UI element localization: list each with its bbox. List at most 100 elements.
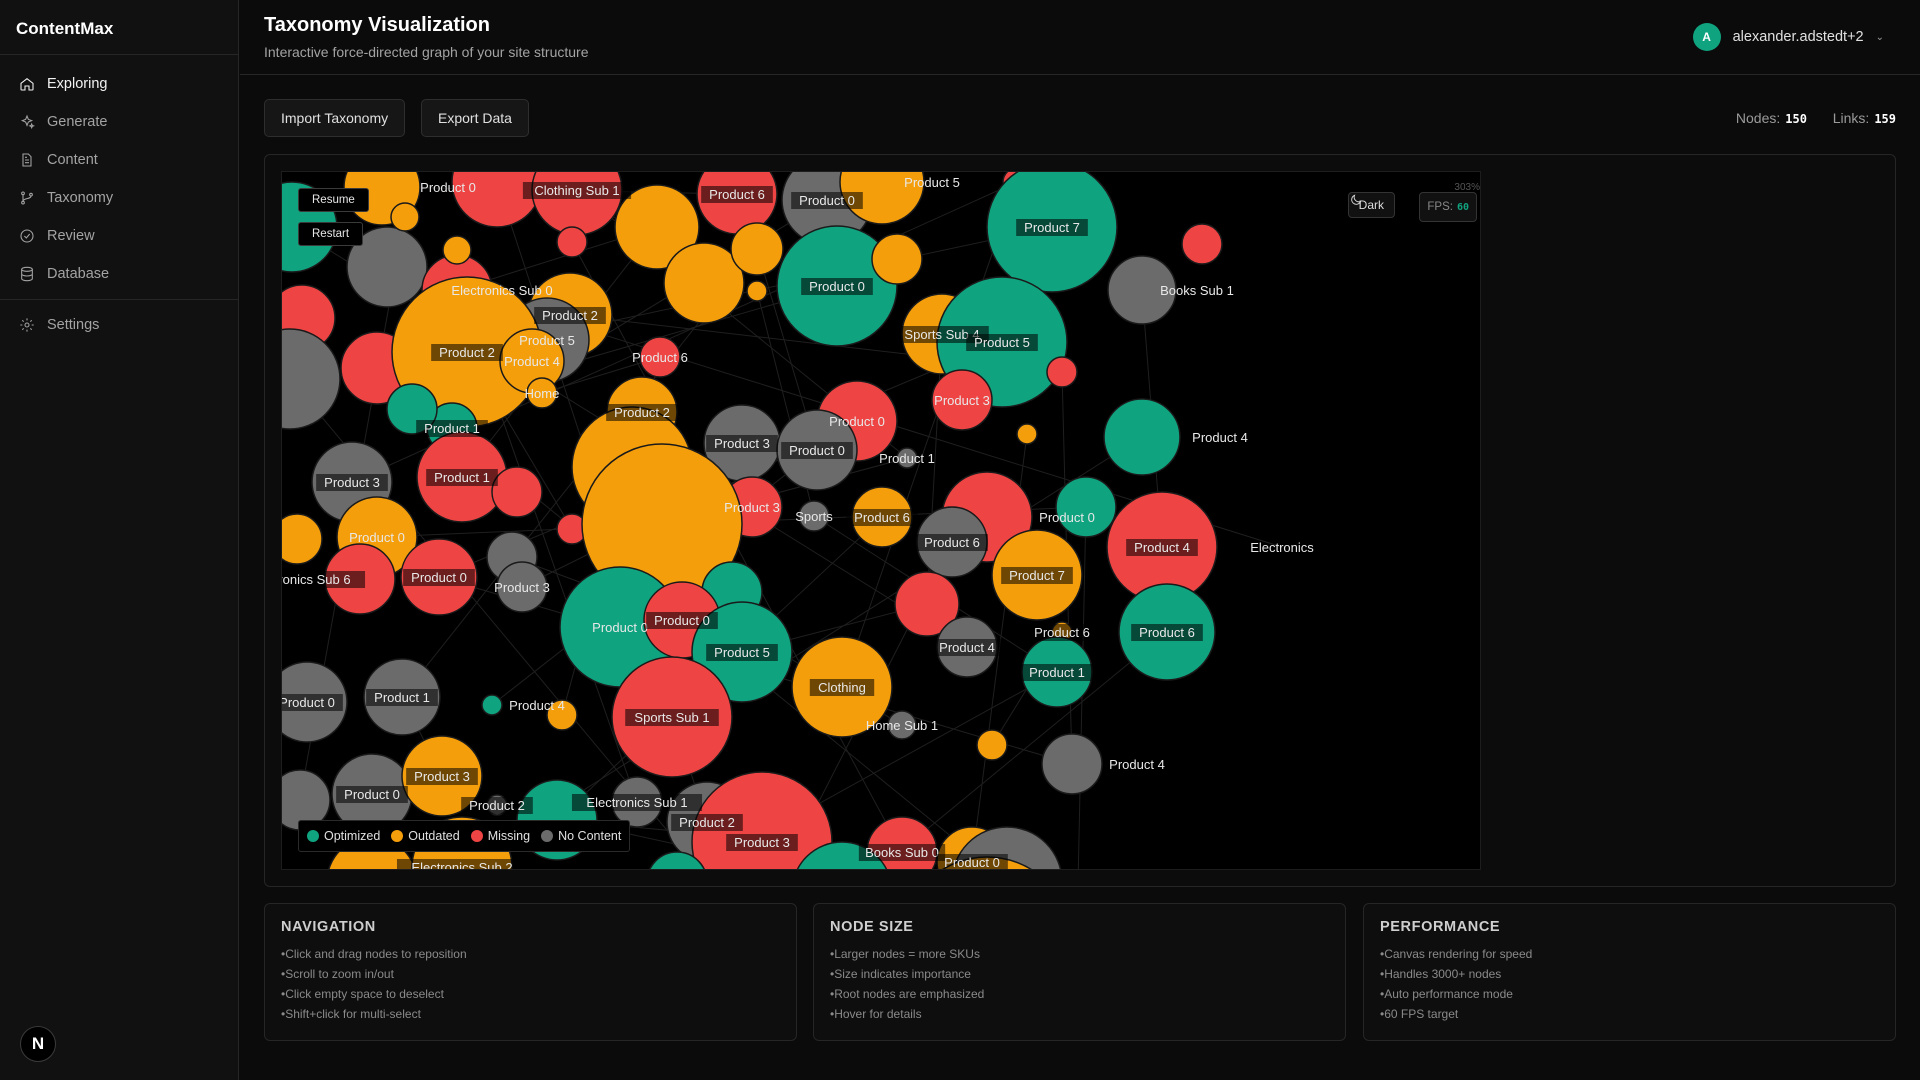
node-label: Electronics Sub 6 — [282, 572, 351, 587]
node-label: Product 0 — [799, 193, 855, 208]
node-label: Product 1 — [374, 690, 430, 705]
node-label: Electronics — [1250, 540, 1314, 555]
sidebar-item-label: Content — [47, 152, 98, 168]
resume-button[interactable]: Resume — [298, 188, 369, 212]
graph-node[interactable] — [976, 729, 1008, 761]
sidebar-item-exploring[interactable]: Exploring — [8, 65, 230, 103]
chevron-down-icon: ⌄ — [1875, 31, 1884, 43]
links-label: Links: — [1832, 110, 1870, 126]
legend-item-no-content: No Content — [541, 829, 621, 843]
card-item: Larger nodes = more SKUs — [830, 944, 1329, 964]
git-branch-icon — [19, 190, 35, 206]
node-size-card: NODE SIZE Larger nodes = more SKUs Size … — [813, 903, 1346, 1041]
node-label: Product 4 — [1134, 540, 1190, 555]
graph-node[interactable] — [481, 694, 503, 716]
node-label: Product 5 — [904, 175, 960, 190]
node-label: Product 2 — [679, 815, 735, 830]
card-title: NODE SIZE — [830, 919, 914, 935]
import-taxonomy-button[interactable]: Import Taxonomy — [264, 99, 406, 137]
user-menu[interactable]: A alexander.adstedt+2 ⌄ — [1692, 23, 1884, 51]
card-item: Shift+click for multi-select — [281, 1004, 780, 1024]
legend-dot — [391, 830, 404, 842]
graph-node[interactable] — [1046, 356, 1078, 388]
graph-canvas[interactable]: Product 0 Clothing Sub 1 Product 6 Product … — [281, 171, 1481, 870]
sidebar-item-label: Taxonomy — [47, 190, 114, 206]
node-label: Product 3 — [714, 436, 770, 451]
sidebar-item-label: Settings — [47, 317, 100, 333]
graph-node[interactable] — [282, 328, 341, 430]
graph-node[interactable] — [871, 233, 923, 285]
sidebar-item-generate[interactable]: Generate — [8, 103, 230, 141]
node-label: Product 4 — [1192, 430, 1248, 445]
export-data-button[interactable]: Export Data — [421, 99, 529, 137]
moon-icon — [1350, 194, 1362, 205]
node-label: Product 6 — [632, 350, 688, 365]
node-label: Product 2 — [614, 405, 670, 420]
check-circle-icon — [19, 228, 35, 244]
node-label: Home Sub 1 — [866, 718, 938, 733]
graph-node[interactable] — [556, 226, 588, 258]
sidebar-item-taxonomy[interactable]: Taxonomy — [8, 179, 230, 217]
node-label: Product 6 — [709, 187, 765, 202]
graph-node[interactable] — [1016, 423, 1038, 445]
card-item: Handles 3000+ nodes — [1380, 964, 1879, 984]
node-label: Product 3 — [324, 475, 380, 490]
node-label: Product 3 — [734, 835, 790, 850]
sidebar-item-review[interactable]: Review — [8, 217, 230, 255]
home-icon — [19, 76, 35, 92]
node-label: Product 5 — [519, 333, 575, 348]
sidebar-item-database[interactable]: Database — [8, 255, 230, 293]
page-subtitle: Interactive force-directed graph of your… — [264, 44, 589, 60]
graph-node[interactable] — [1055, 476, 1117, 538]
graph-node[interactable] — [1103, 398, 1181, 476]
sidebar-divider — [0, 299, 238, 300]
node-label: Product 2 — [439, 345, 495, 360]
sidebar-nav: Exploring Generate Content Taxonomy Revi… — [0, 55, 238, 354]
node-label: Product 3 — [414, 769, 470, 784]
document-icon — [19, 152, 35, 168]
graph-node[interactable] — [1041, 733, 1103, 795]
legend-item-outdated: Outdated — [391, 829, 460, 843]
sidebar-item-settings[interactable]: Settings — [8, 306, 230, 344]
node-label: Product 1 — [879, 451, 935, 466]
legend-dot — [307, 830, 319, 842]
graph-node[interactable] — [746, 280, 768, 302]
node-label: Product 5 — [974, 335, 1030, 350]
legend-dot — [470, 830, 483, 842]
card-item: Click and drag nodes to reposition — [281, 944, 780, 964]
node-label: Product 6 — [854, 510, 910, 525]
sidebar-item-content[interactable]: Content — [8, 141, 230, 179]
next-logo-button[interactable]: N — [20, 1026, 56, 1062]
graph-node[interactable] — [282, 513, 323, 565]
card-item: Hover for details — [830, 1004, 1329, 1024]
node-label: Product 0 — [789, 443, 845, 458]
node-label: Electronics Sub 2 — [411, 860, 512, 870]
graph-node[interactable] — [531, 172, 623, 236]
status-legend: Optimized Outdated Missing No Content — [298, 820, 631, 852]
node-label: Product 4 — [504, 354, 560, 369]
legend-label: Optimized — [324, 829, 381, 843]
graph-node[interactable] — [730, 222, 784, 276]
node-label: Product 3 — [724, 500, 780, 515]
graph-node[interactable] — [442, 235, 472, 265]
avatar: A — [1692, 23, 1721, 51]
node-label: Electronics Sub 1 — [586, 795, 687, 810]
sidebar-item-label: Generate — [47, 114, 108, 130]
card-item: Auto performance mode — [1380, 984, 1879, 1004]
node-label: Product 0 — [349, 530, 405, 545]
graph-stats: Nodes: 150 Links: 159 — [1736, 110, 1896, 126]
graph-node[interactable] — [390, 202, 420, 232]
node-label: Product 1 — [424, 421, 480, 436]
theme-toggle-button[interactable]: Dark — [1347, 192, 1395, 218]
restart-button[interactable]: Restart — [298, 222, 364, 246]
node-label: Product 0 — [282, 695, 335, 710]
graph-node[interactable] — [1181, 223, 1223, 265]
user-name: alexander.adstedt+2 — [1732, 29, 1864, 45]
node-label: Product 1 — [434, 470, 490, 485]
gear-icon — [19, 317, 35, 333]
node-label: Clothing Sub 1 — [534, 183, 619, 198]
graph-node[interactable] — [491, 466, 543, 518]
app-logo[interactable]: ContentMax — [0, 0, 238, 55]
force-graph[interactable]: Product 0 Clothing Sub 1 Product 6 Product … — [282, 172, 1481, 870]
card-item: Scroll to zoom in/out — [281, 964, 780, 984]
